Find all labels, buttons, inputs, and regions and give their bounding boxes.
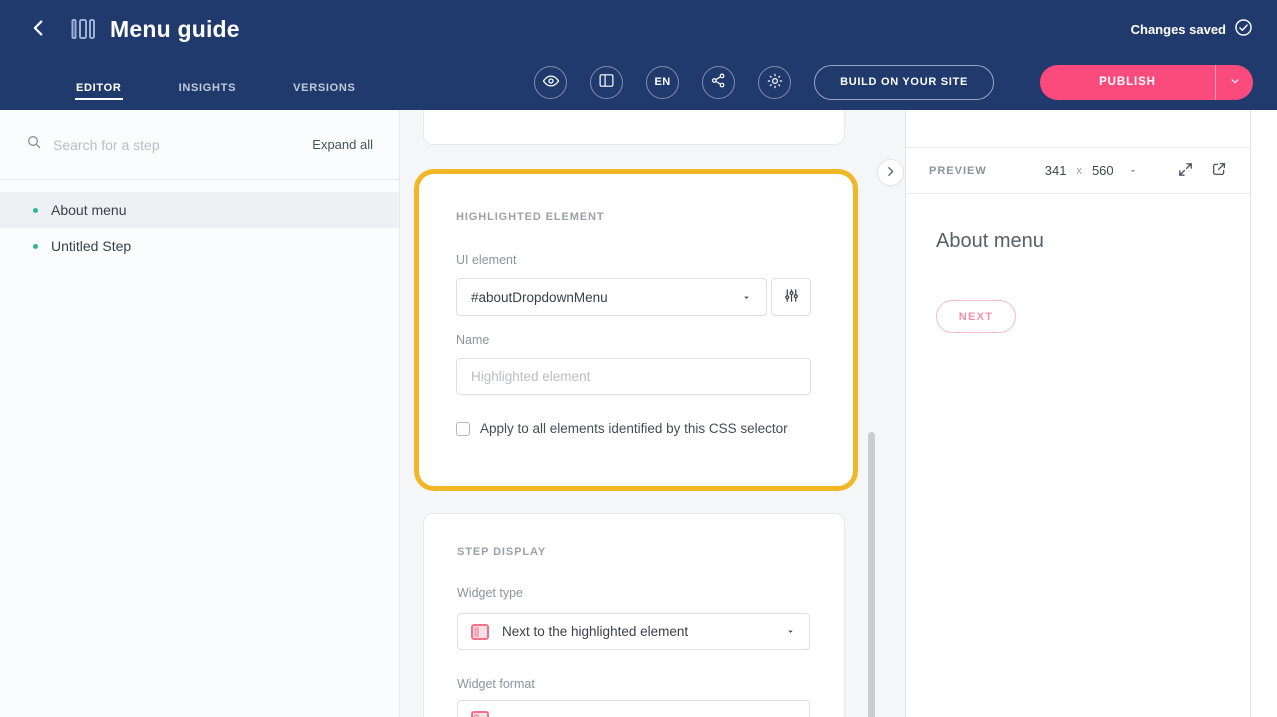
section-title-highlighted-element: HIGHLIGHTED ELEMENT xyxy=(456,211,811,223)
eye-icon xyxy=(542,72,560,93)
sidebar-search-row: Expand all xyxy=(0,110,399,180)
preview-panel: PREVIEW 341 x 560 About menu NEXT xyxy=(905,110,1251,717)
preview-title: PREVIEW xyxy=(929,165,987,177)
apply-all-label: Apply to all elements identified by this… xyxy=(480,421,788,436)
widget-type-label: Widget type xyxy=(457,586,810,601)
ui-element-label: UI element xyxy=(456,253,811,268)
tab-insights[interactable]: INSIGHTS xyxy=(178,82,238,106)
header-top-row: Menu guide Changes saved xyxy=(0,0,1277,58)
changes-saved-text: Changes saved xyxy=(1131,22,1226,37)
editor-scrollbar[interactable] xyxy=(868,432,875,717)
caret-down-icon xyxy=(785,626,796,637)
tab-editor[interactable]: EDITOR xyxy=(75,82,123,106)
build-on-your-site-button[interactable]: BUILD ON YOUR SITE xyxy=(814,65,994,100)
layout-panel-icon xyxy=(598,72,615,92)
page-title: Menu guide xyxy=(110,16,240,43)
highlighted-element-name-input[interactable] xyxy=(456,358,811,395)
preview-actions xyxy=(1177,161,1227,181)
chevron-left-icon xyxy=(28,17,50,42)
preview-size-dropdown[interactable]: 341 x 560 xyxy=(1045,163,1138,178)
widget-format-select[interactable] xyxy=(457,700,810,717)
widget-type-value: Next to the highlighted element xyxy=(502,624,688,639)
back-button[interactable] xyxy=(24,14,54,44)
guide-logo-icon xyxy=(70,17,96,41)
preview-header: PREVIEW 341 x 560 xyxy=(906,147,1250,194)
collapse-panel-button[interactable] xyxy=(877,159,904,186)
settings-button[interactable] xyxy=(758,66,791,99)
widget-format-label: Widget format xyxy=(457,677,810,692)
steps-sidebar: Expand all About menu Untitled Step xyxy=(0,110,400,717)
changes-saved-status: Changes saved xyxy=(1131,18,1253,40)
header-actions: EN BUILD ON YOUR SITE PUBLISH xyxy=(534,65,1253,100)
step-item-label: About menu xyxy=(51,202,127,218)
name-label: Name xyxy=(456,333,811,348)
section-title-step-display: STEP DISPLAY xyxy=(457,546,810,558)
expand-preview-button[interactable] xyxy=(1177,161,1194,181)
check-circle-icon xyxy=(1234,18,1253,40)
chevron-right-icon xyxy=(884,165,897,181)
preview-width-value: 341 xyxy=(1045,163,1067,178)
next-button[interactable]: NEXT xyxy=(936,300,1016,333)
ui-element-select[interactable]: #aboutDropdownMenu xyxy=(456,278,767,316)
search-icon xyxy=(26,134,42,155)
header-bottom-row: EDITOR INSIGHTS VERSIONS EN xyxy=(0,58,1277,106)
preview-step-title: About menu xyxy=(936,230,1250,253)
expand-icon xyxy=(1177,161,1194,181)
share-button[interactable] xyxy=(702,66,735,99)
ui-element-row: #aboutDropdownMenu xyxy=(456,278,811,316)
language-button[interactable]: EN xyxy=(646,66,679,99)
sliders-icon xyxy=(783,287,800,307)
open-in-new-button[interactable] xyxy=(1211,161,1227,180)
caret-down-icon xyxy=(741,292,752,303)
ui-element-value: #aboutDropdownMenu xyxy=(471,290,608,305)
step-item-untitled-step[interactable]: Untitled Step xyxy=(0,228,399,264)
publish-button[interactable]: PUBLISH xyxy=(1040,65,1215,100)
preview-eye-button[interactable] xyxy=(534,66,567,99)
tab-versions[interactable]: VERSIONS xyxy=(292,82,356,106)
widget-type-icon xyxy=(471,624,489,640)
step-item-label: Untitled Step xyxy=(51,238,131,254)
step-dot-icon xyxy=(33,208,38,213)
chevron-down-icon xyxy=(1229,75,1241,90)
layout-button[interactable] xyxy=(590,66,623,99)
preview-height-value: 560 xyxy=(1092,163,1114,178)
gear-icon xyxy=(766,72,784,93)
selector-settings-button[interactable] xyxy=(771,278,811,316)
preview-size-separator: x xyxy=(1076,165,1082,177)
step-display-card: STEP DISPLAY Widget type Next to the hig… xyxy=(423,513,845,717)
widget-format-icon xyxy=(471,711,489,717)
publish-split-button: PUBLISH xyxy=(1040,65,1253,100)
step-item-about-menu[interactable]: About menu xyxy=(0,192,399,228)
main-tabs: EDITOR INSIGHTS VERSIONS xyxy=(75,58,357,106)
scrolled-card-partial xyxy=(423,110,845,145)
step-dot-icon xyxy=(33,244,38,249)
app-header: Menu guide Changes saved EDITOR INSIGHTS… xyxy=(0,0,1277,110)
expand-all-button[interactable]: Expand all xyxy=(312,137,373,152)
editor-main-area: HIGHLIGHTED ELEMENT UI element #aboutDro… xyxy=(400,110,905,717)
publish-dropdown-button[interactable] xyxy=(1215,65,1253,100)
apply-all-checkbox[interactable] xyxy=(456,422,470,436)
step-list: About menu Untitled Step xyxy=(0,180,399,264)
apply-all-row: Apply to all elements identified by this… xyxy=(456,421,811,436)
open-in-new-icon xyxy=(1211,161,1227,180)
caret-down-icon xyxy=(1128,166,1138,176)
search-step-input[interactable] xyxy=(53,137,301,153)
highlighted-element-card: HIGHLIGHTED ELEMENT UI element #aboutDro… xyxy=(414,169,858,491)
widget-type-select[interactable]: Next to the highlighted element xyxy=(457,613,810,650)
share-icon xyxy=(710,72,727,92)
